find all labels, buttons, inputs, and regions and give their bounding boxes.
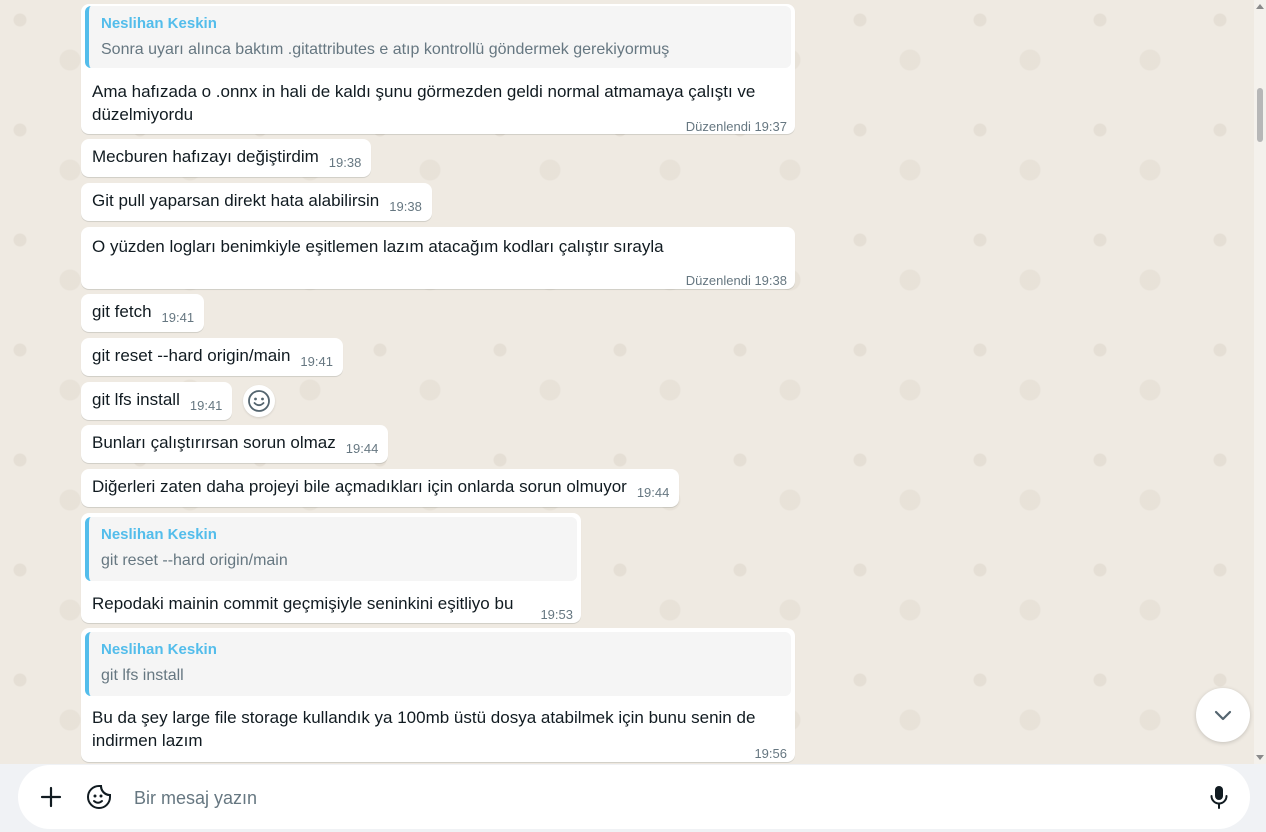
quote-text: git lfs install <box>101 667 184 684</box>
message-bubble[interactable]: Neslihan Keskin git reset --hard origin/… <box>81 513 581 623</box>
message-bubble[interactable]: Neslihan Keskin Sonra uyarı alınca baktı… <box>81 4 795 134</box>
message-text: Ama hafızada o .onnx in hali de kaldı şu… <box>92 82 756 124</box>
message-bubble[interactable]: Mecburen hafızayı değiştirdim 19:38 <box>81 139 372 177</box>
message-time: 19:38 <box>389 199 422 214</box>
scroll-up-arrow[interactable] <box>1256 4 1264 9</box>
message-time: 19:41 <box>189 398 223 413</box>
message-time: 19:56 <box>754 746 787 761</box>
message-text: Mecburen hafızayı değiştirdim <box>92 147 319 166</box>
plus-icon <box>40 786 62 808</box>
scroll-to-bottom-button[interactable] <box>1196 688 1250 742</box>
message-bubble[interactable]: Bunları çalıştırırsan sorun olmaz 19:44 <box>81 425 389 463</box>
message-time: 19:44 <box>636 485 670 500</box>
quote-text: Sonra uyarı alınca baktım .gitattributes… <box>101 41 670 58</box>
quoted-message[interactable]: Neslihan Keskin Sonra uyarı alınca baktı… <box>85 6 791 68</box>
message-text: Repodaki mainin commit geçmişiyle senink… <box>92 594 514 613</box>
message-text: Git pull yaparsan direkt hata alabilirsi… <box>92 191 380 210</box>
message-time: 19:41 <box>300 354 333 369</box>
message-bubble[interactable]: Diğerleri zaten daha projeyi bile açmadı… <box>81 469 680 507</box>
message-text: O yüzden logları benimkiyle eşitlemen la… <box>92 237 664 256</box>
smiley-icon <box>248 390 270 412</box>
scrollbar-thumb[interactable] <box>1257 88 1263 142</box>
message-meta: Düzenlendi 19:38 <box>686 269 787 292</box>
quoted-message[interactable]: Neslihan Keskin git reset --hard origin/… <box>85 517 577 581</box>
edited-label: Düzenlendi <box>685 119 751 134</box>
chevron-down-icon <box>1214 710 1232 721</box>
composer-bar <box>0 764 1266 832</box>
message-bubble[interactable]: git fetch 19:41 <box>81 294 205 332</box>
quote-author: Neslihan Keskin <box>101 526 217 543</box>
message-bubble[interactable]: O yüzden logları benimkiyle eşitlemen la… <box>81 227 795 289</box>
message-bubble[interactable]: git reset --hard origin/main 19:41 <box>81 338 343 376</box>
quote-author: Neslihan Keskin <box>101 15 217 32</box>
attach-button[interactable] <box>36 782 66 812</box>
message-time: 19:38 <box>754 273 787 288</box>
scroll-down-arrow[interactable] <box>1256 755 1264 760</box>
message-meta: Düzenlendi 19:37 <box>686 115 787 138</box>
chat-area[interactable]: Neslihan Keskin Sonra uyarı alınca baktı… <box>0 0 1254 764</box>
scrollbar[interactable] <box>1254 0 1266 764</box>
message-text: git reset --hard origin/main <box>92 346 291 365</box>
message-input[interactable] <box>132 777 1186 819</box>
voice-message-button[interactable] <box>1204 782 1234 812</box>
message-text: Bu da şey large file storage kullandık y… <box>92 708 756 750</box>
quote-text: git reset --hard origin/main <box>101 552 288 569</box>
sticker-icon <box>87 785 111 809</box>
message-time: 19:37 <box>754 119 787 134</box>
sticker-button[interactable] <box>84 782 114 812</box>
reaction-button[interactable] <box>243 385 275 417</box>
message-bubble[interactable]: Neslihan Keskin git lfs install Bu da şe… <box>81 628 795 762</box>
quote-author: Neslihan Keskin <box>101 641 217 658</box>
message-bubble[interactable]: Git pull yaparsan direkt hata alabilirsi… <box>81 183 432 221</box>
message-time: 19:53 <box>540 607 573 622</box>
message-text: git fetch <box>92 302 152 321</box>
message-input-container <box>18 765 1250 829</box>
message-text: Bunları çalıştırırsan sorun olmaz <box>92 433 336 452</box>
edited-label: Düzenlendi <box>685 273 751 288</box>
quoted-message[interactable]: Neslihan Keskin git lfs install <box>85 632 791 696</box>
microphone-icon <box>1210 786 1228 809</box>
message-text: Diğerleri zaten daha projeyi bile açmadı… <box>92 477 627 496</box>
message-time: 19:41 <box>161 310 195 325</box>
message-time: 19:44 <box>345 441 379 456</box>
message-bubble[interactable]: git lfs install 19:41 <box>81 382 233 420</box>
message-text: git lfs install <box>92 390 180 409</box>
message-time: 19:38 <box>328 155 362 170</box>
